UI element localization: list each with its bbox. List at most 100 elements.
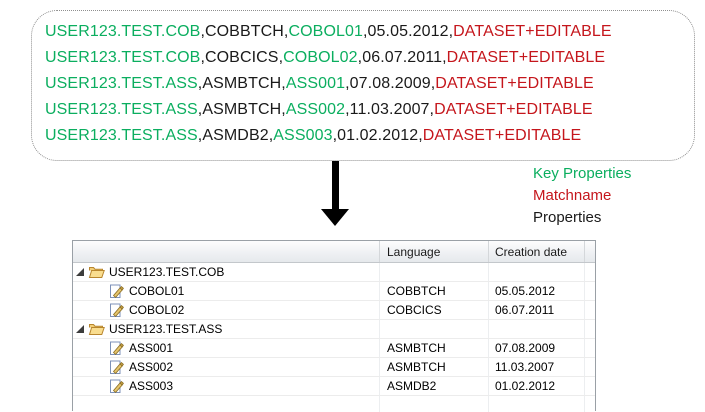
record-segment: USER123.TEST.COB bbox=[45, 23, 200, 40]
dataset-name-label: USER123.TEST.ASS bbox=[109, 322, 222, 336]
record-segment: USER123.TEST.ASS bbox=[45, 127, 198, 144]
record-segment: DATASET+EDITABLE bbox=[423, 127, 582, 144]
cell-filler bbox=[584, 377, 595, 395]
cell-filler bbox=[584, 263, 595, 281]
table-row[interactable]: COBOL01 COBBTCH05.05.2012 bbox=[73, 282, 595, 301]
header-cell-creation-date[interactable]: Creation date bbox=[488, 241, 584, 262]
table-row[interactable]: COBOL02 COBCICS06.07.2011 bbox=[73, 301, 595, 320]
header-cell-language[interactable]: Language bbox=[379, 241, 488, 262]
record-segment: USER123.TEST.ASS bbox=[45, 75, 198, 92]
header-cell-name[interactable] bbox=[73, 241, 379, 262]
cell-creation-date bbox=[488, 320, 584, 338]
tree-expander-expanded-icon[interactable] bbox=[76, 325, 84, 333]
cell-empty bbox=[488, 396, 584, 412]
editable-member-icon bbox=[109, 341, 124, 356]
cell-language bbox=[379, 320, 488, 338]
legend-item-key: Key Properties bbox=[533, 163, 631, 185]
table-row[interactable]: USER123.TEST.ASS bbox=[73, 320, 595, 339]
cell-name: USER123.TEST.ASS bbox=[73, 320, 379, 338]
record-segment: ,05.05.2012, bbox=[363, 23, 453, 40]
record-segment: DATASET+EDITABLE bbox=[434, 101, 593, 118]
record-segment: USER123.TEST.COB bbox=[45, 49, 200, 66]
cell-filler bbox=[584, 282, 595, 300]
record-segment: ,COBBTCH, bbox=[200, 23, 288, 40]
record-segment: DATASET+EDITABLE bbox=[435, 75, 594, 92]
record-line: USER123.TEST.ASS,ASMDB2,ASS003,01.02.201… bbox=[45, 123, 694, 149]
record-segment: ,ASMDB2, bbox=[198, 127, 274, 144]
record-line: USER123.TEST.ASS,ASMBTCH,ASS001,07.08.20… bbox=[45, 71, 694, 97]
cell-name: ASS003 bbox=[73, 377, 379, 395]
cell-language bbox=[379, 263, 488, 281]
record-segment: COBOL02 bbox=[283, 49, 358, 66]
record-segment: ,ASMBTCH, bbox=[198, 101, 286, 118]
record-segment: ,07.08.2009, bbox=[345, 75, 435, 92]
record-segment: ASS001 bbox=[286, 75, 345, 92]
record-segment: ,06.07.2011, bbox=[358, 49, 447, 66]
editable-member-icon bbox=[109, 360, 124, 375]
table-row[interactable]: ASS002 ASMBTCH11.03.2007 bbox=[73, 358, 595, 377]
legend: Key PropertiesMatchnameProperties bbox=[533, 163, 631, 229]
record-line: USER123.TEST.COB,COBCICS,COBOL02,06.07.2… bbox=[45, 45, 694, 71]
cell-creation-date: 01.02.2012 bbox=[488, 377, 584, 395]
table-row[interactable]: USER123.TEST.COB bbox=[73, 263, 595, 282]
record-segment: COBOL01 bbox=[288, 23, 363, 40]
member-name-label: ASS002 bbox=[129, 360, 173, 374]
cell-name: USER123.TEST.COB bbox=[73, 263, 379, 281]
open-folder-icon bbox=[88, 265, 105, 279]
member-name-label: ASS003 bbox=[129, 379, 173, 393]
arrow-head bbox=[321, 209, 349, 226]
member-name-label: ASS001 bbox=[129, 341, 173, 355]
cell-creation-date: 05.05.2012 bbox=[488, 282, 584, 300]
record-segment: ,ASMBTCH, bbox=[198, 75, 286, 92]
cell-language: ASMBTCH bbox=[379, 339, 488, 357]
record-segment: ASS003 bbox=[273, 127, 332, 144]
cell-name: ASS002 bbox=[73, 358, 379, 376]
record-segment: ASS002 bbox=[286, 101, 345, 118]
cell-filler bbox=[584, 301, 595, 319]
cell-filler bbox=[584, 358, 595, 376]
cell-filler bbox=[584, 320, 595, 338]
cell-creation-date: 07.08.2009 bbox=[488, 339, 584, 357]
cell-filler bbox=[584, 339, 595, 357]
cell-creation-date: 06.07.2011 bbox=[488, 301, 584, 319]
cell-name: COBOL02 bbox=[73, 301, 379, 319]
record-line: USER123.TEST.ASS,ASMBTCH,ASS002,11.03.20… bbox=[45, 97, 694, 123]
cell-language: COBCICS bbox=[379, 301, 488, 319]
header-filler bbox=[584, 241, 595, 262]
record-line: USER123.TEST.COB,COBBTCH,COBOL01,05.05.2… bbox=[45, 19, 694, 45]
cell-empty bbox=[379, 396, 488, 412]
table-body: USER123.TEST.COB COBOL01 COBBTCH05.05.2012… bbox=[73, 263, 595, 412]
cell-empty bbox=[73, 396, 379, 412]
record-segment: ,11.03.2007, bbox=[345, 101, 434, 118]
table-row[interactable]: ASS003ASMDB201.02.2012 bbox=[73, 377, 595, 396]
header-label: Language bbox=[387, 245, 440, 259]
editable-member-icon bbox=[109, 379, 124, 394]
record-box: USER123.TEST.COB,COBBTCH,COBOL01,05.05.2… bbox=[31, 10, 695, 161]
cell-language: ASMBTCH bbox=[379, 358, 488, 376]
record-segment: DATASET+EDITABLE bbox=[453, 23, 612, 40]
record-segment: ,01.02.2012, bbox=[333, 127, 423, 144]
header-label: Creation date bbox=[495, 245, 567, 259]
dataset-name-label: USER123.TEST.COB bbox=[109, 265, 224, 279]
table-row[interactable]: ASS001 ASMBTCH07.08.2009 bbox=[73, 339, 595, 358]
tree-expander-expanded-icon[interactable] bbox=[76, 268, 84, 276]
record-segment: USER123.TEST.ASS bbox=[45, 101, 198, 118]
record-segment: ,COBCICS, bbox=[200, 49, 283, 66]
cell-name: ASS001 bbox=[73, 339, 379, 357]
editable-member-icon bbox=[109, 284, 124, 299]
legend-item-property: Properties bbox=[533, 207, 631, 229]
record-segment: DATASET+EDITABLE bbox=[447, 49, 606, 66]
cell-creation-date bbox=[488, 263, 584, 281]
members-table: Language Creation date USER123.TEST.COB CO… bbox=[72, 240, 596, 411]
legend-item-match: Matchname bbox=[533, 185, 631, 207]
open-folder-icon bbox=[88, 322, 105, 336]
cell-empty bbox=[584, 396, 595, 412]
cell-language: COBBTCH bbox=[379, 282, 488, 300]
cell-creation-date: 11.03.2007 bbox=[488, 358, 584, 376]
member-name-label: COBOL01 bbox=[129, 284, 184, 298]
editable-member-icon bbox=[109, 303, 124, 318]
table-row-empty bbox=[73, 396, 595, 412]
down-arrow-icon bbox=[321, 161, 350, 226]
arrow-shaft bbox=[332, 161, 339, 209]
member-name-label: COBOL02 bbox=[129, 303, 184, 317]
